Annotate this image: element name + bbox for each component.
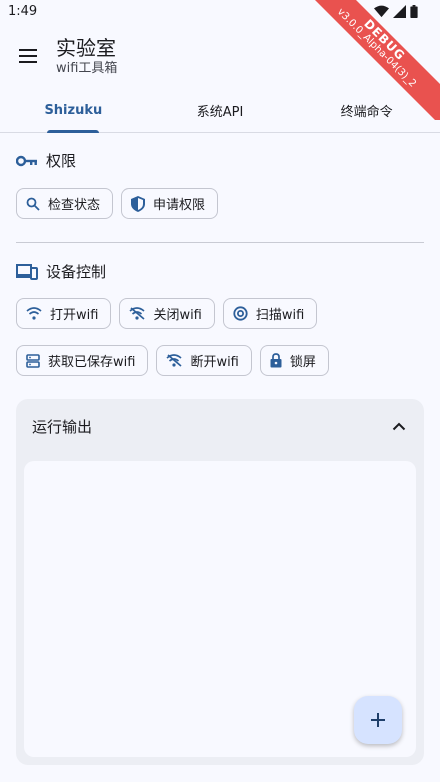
output-title: 运行输出 bbox=[32, 417, 93, 436]
tab-terminal[interactable]: 终端命令 bbox=[293, 88, 440, 132]
status-bar: 1:49 bbox=[0, 0, 440, 24]
key-icon bbox=[16, 155, 37, 166]
plus-icon bbox=[371, 713, 385, 727]
wifi-off-icon bbox=[166, 354, 182, 367]
permission-section-header: 权限 bbox=[16, 150, 76, 171]
page-subtitle: wifi工具箱 bbox=[56, 61, 118, 76]
tab-shizuku[interactable]: Shizuku bbox=[0, 88, 147, 132]
enable-wifi-label: 打开wifi bbox=[50, 308, 99, 323]
device-section-title: 设备控制 bbox=[46, 263, 107, 281]
lock-icon bbox=[270, 353, 282, 368]
chevron-up-icon[interactable] bbox=[392, 422, 406, 431]
output-header[interactable]: 运行输出 bbox=[16, 399, 424, 453]
scan-wifi-label: 扫描wifi bbox=[255, 308, 305, 323]
check-status-button[interactable]: 检查状态 bbox=[16, 188, 114, 219]
device-buttons-row-1: 打开wifi 关闭wifi 扫描wifi bbox=[16, 298, 318, 329]
disable-wifi-label: 关闭wifi bbox=[153, 308, 202, 323]
request-permission-button[interactable]: 申请权限 bbox=[121, 188, 219, 219]
saved-wifi-label: 获取已保存wifi bbox=[48, 355, 136, 370]
disconnect-wifi-label: 断开wifi bbox=[190, 355, 239, 370]
permission-buttons: 检查状态 申请权限 bbox=[16, 188, 219, 219]
wifi-scan-icon bbox=[233, 306, 248, 321]
storage-icon bbox=[26, 353, 40, 368]
request-permission-label: 申请权限 bbox=[153, 198, 206, 213]
disable-wifi-button[interactable]: 关闭wifi bbox=[119, 298, 215, 329]
app-bar: 实验室 wifi工具箱 bbox=[0, 24, 440, 88]
menu-icon bbox=[19, 49, 37, 63]
wifi-signal-icon bbox=[374, 5, 389, 18]
status-icons bbox=[374, 5, 418, 18]
device-section-header: 设备控制 bbox=[16, 261, 106, 282]
devices-icon bbox=[16, 263, 38, 280]
add-button[interactable] bbox=[354, 696, 402, 744]
scan-wifi-button[interactable]: 扫描wifi bbox=[222, 298, 318, 329]
device-buttons-row-2: 获取已保存wifi 断开wifi 锁屏 bbox=[16, 345, 329, 376]
tab-system-api[interactable]: 系统API bbox=[147, 88, 294, 132]
section-divider bbox=[16, 242, 424, 243]
enable-wifi-button[interactable]: 打开wifi bbox=[16, 298, 112, 329]
permission-section-title: 权限 bbox=[46, 152, 77, 170]
tab-bar: Shizuku 系统API 终端命令 bbox=[0, 88, 440, 133]
search-icon bbox=[26, 197, 40, 211]
lock-screen-button[interactable]: 锁屏 bbox=[259, 345, 329, 376]
shield-icon bbox=[131, 195, 146, 212]
lock-screen-label: 锁屏 bbox=[289, 355, 316, 370]
cell-signal-icon bbox=[393, 5, 406, 18]
status-time: 1:49 bbox=[8, 4, 38, 19]
page-title: 实验室 bbox=[56, 36, 116, 60]
battery-icon bbox=[410, 5, 418, 18]
wifi-icon bbox=[26, 307, 42, 320]
wifi-off-icon bbox=[129, 307, 145, 320]
saved-wifi-button[interactable]: 获取已保存wifi bbox=[16, 345, 149, 376]
title-wrap: 实验室 wifi工具箱 bbox=[56, 35, 117, 77]
check-status-label: 检查状态 bbox=[48, 198, 101, 213]
disconnect-wifi-button[interactable]: 断开wifi bbox=[156, 345, 252, 376]
menu-button[interactable] bbox=[0, 28, 56, 84]
